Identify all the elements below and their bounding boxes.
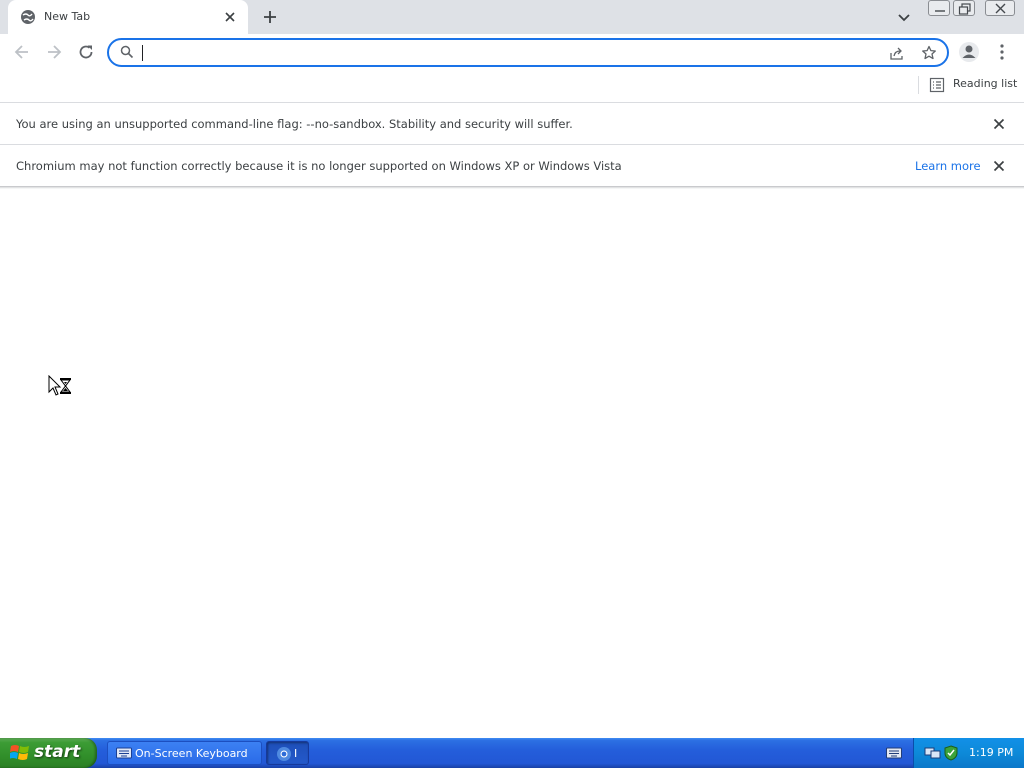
- bookmark-star-icon[interactable]: [921, 45, 937, 61]
- tab-close-icon[interactable]: [222, 9, 238, 25]
- input-language-keyboard-icon[interactable]: [886, 746, 902, 763]
- text-caret: [142, 45, 143, 61]
- bookmark-bar-divider: [918, 76, 919, 94]
- close-icon[interactable]: [991, 158, 1007, 174]
- tab-strip: New Tab: [0, 0, 1024, 34]
- taskbar-item-chromium[interactable]: I: [266, 741, 309, 765]
- taskbar: start On-Screen Keyboard I 1:19 PM: [0, 738, 1024, 768]
- taskbar-item-on-screen-keyboard[interactable]: On-Screen Keyboard: [107, 741, 262, 765]
- new-tab-plus-icon[interactable]: [260, 7, 280, 27]
- start-button[interactable]: start: [0, 738, 97, 768]
- search-icon: [120, 45, 134, 62]
- busy-cursor-icon: [48, 374, 74, 400]
- taskbar-item-label: I: [294, 747, 298, 760]
- reload-icon[interactable]: [76, 42, 96, 62]
- close-icon[interactable]: [991, 116, 1007, 132]
- infobar-message: Chromium may not function correctly beca…: [16, 159, 622, 173]
- back-arrow-icon[interactable]: [12, 42, 32, 62]
- page-content[interactable]: [0, 189, 1024, 738]
- infobar-no-sandbox: You are using an unsupported command-lin…: [0, 103, 1024, 145]
- taskbar-item-label: On-Screen Keyboard: [135, 747, 248, 760]
- reading-list-icon: [929, 77, 945, 96]
- forward-arrow-icon[interactable]: [44, 42, 64, 62]
- tab-search-chevron-icon[interactable]: [896, 9, 912, 25]
- profile-avatar-icon[interactable]: [958, 41, 980, 63]
- infobar-unsupported-os: Chromium may not function correctly beca…: [0, 145, 1024, 187]
- reading-list-button[interactable]: Reading list: [929, 75, 1017, 95]
- globe-icon: [20, 9, 36, 25]
- restore-button[interactable]: [953, 0, 975, 16]
- windows-flag-icon: [9, 744, 30, 765]
- keyboard-icon: [116, 746, 132, 763]
- clock: 1:19 PM: [969, 746, 1014, 759]
- browser-toolbar: [0, 34, 1024, 70]
- kebab-menu-icon[interactable]: [994, 42, 1010, 62]
- start-label: start: [34, 742, 81, 762]
- minimize-button[interactable]: [928, 0, 950, 16]
- system-tray: 1:19 PM: [913, 738, 1024, 768]
- reading-list-label: Reading list: [953, 77, 1018, 90]
- chromium-icon: [276, 746, 292, 765]
- infobar-message: You are using an unsupported command-lin…: [16, 117, 573, 131]
- tab-title: New Tab: [44, 10, 91, 23]
- network-icon[interactable]: [924, 745, 942, 764]
- tab-new-tab[interactable]: New Tab: [8, 0, 248, 34]
- share-icon[interactable]: [889, 45, 905, 61]
- learn-more-link[interactable]: Learn more: [915, 159, 981, 173]
- close-window-button[interactable]: [985, 0, 1015, 16]
- omnibox-input[interactable]: [141, 43, 871, 62]
- omnibox[interactable]: [107, 38, 949, 67]
- bookmark-bar: Reading list: [0, 70, 1024, 103]
- security-shield-icon[interactable]: [943, 745, 959, 764]
